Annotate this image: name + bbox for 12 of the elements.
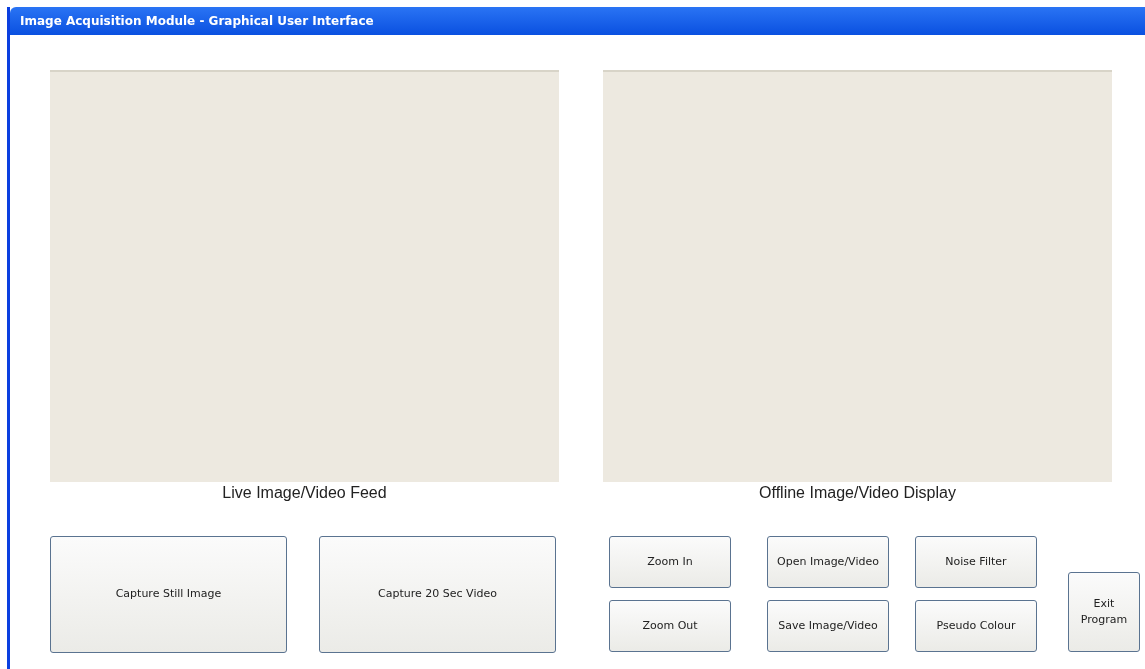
action-button[interactable]: Save Image/Video (767, 600, 889, 652)
action-button[interactable]: Pseudo Colour (915, 600, 1037, 652)
display-label: Live Image/Video Feed (221, 483, 388, 503)
action-button[interactable]: Open Image/Video (767, 536, 889, 588)
action-button[interactable]: Exit Program (1068, 572, 1140, 652)
action-button[interactable]: Zoom Out (609, 600, 731, 652)
window-title: Image Acquisition Module - Graphical User Interface (10, 7, 1145, 35)
display-label: Offline Image/Video Display (758, 483, 957, 503)
action-button[interactable]: Capture Still Image (50, 536, 287, 653)
action-button[interactable]: Noise Filter (915, 536, 1037, 588)
action-button[interactable]: Zoom In (609, 536, 731, 588)
action-button[interactable]: Capture 20 Sec Video (319, 536, 556, 653)
